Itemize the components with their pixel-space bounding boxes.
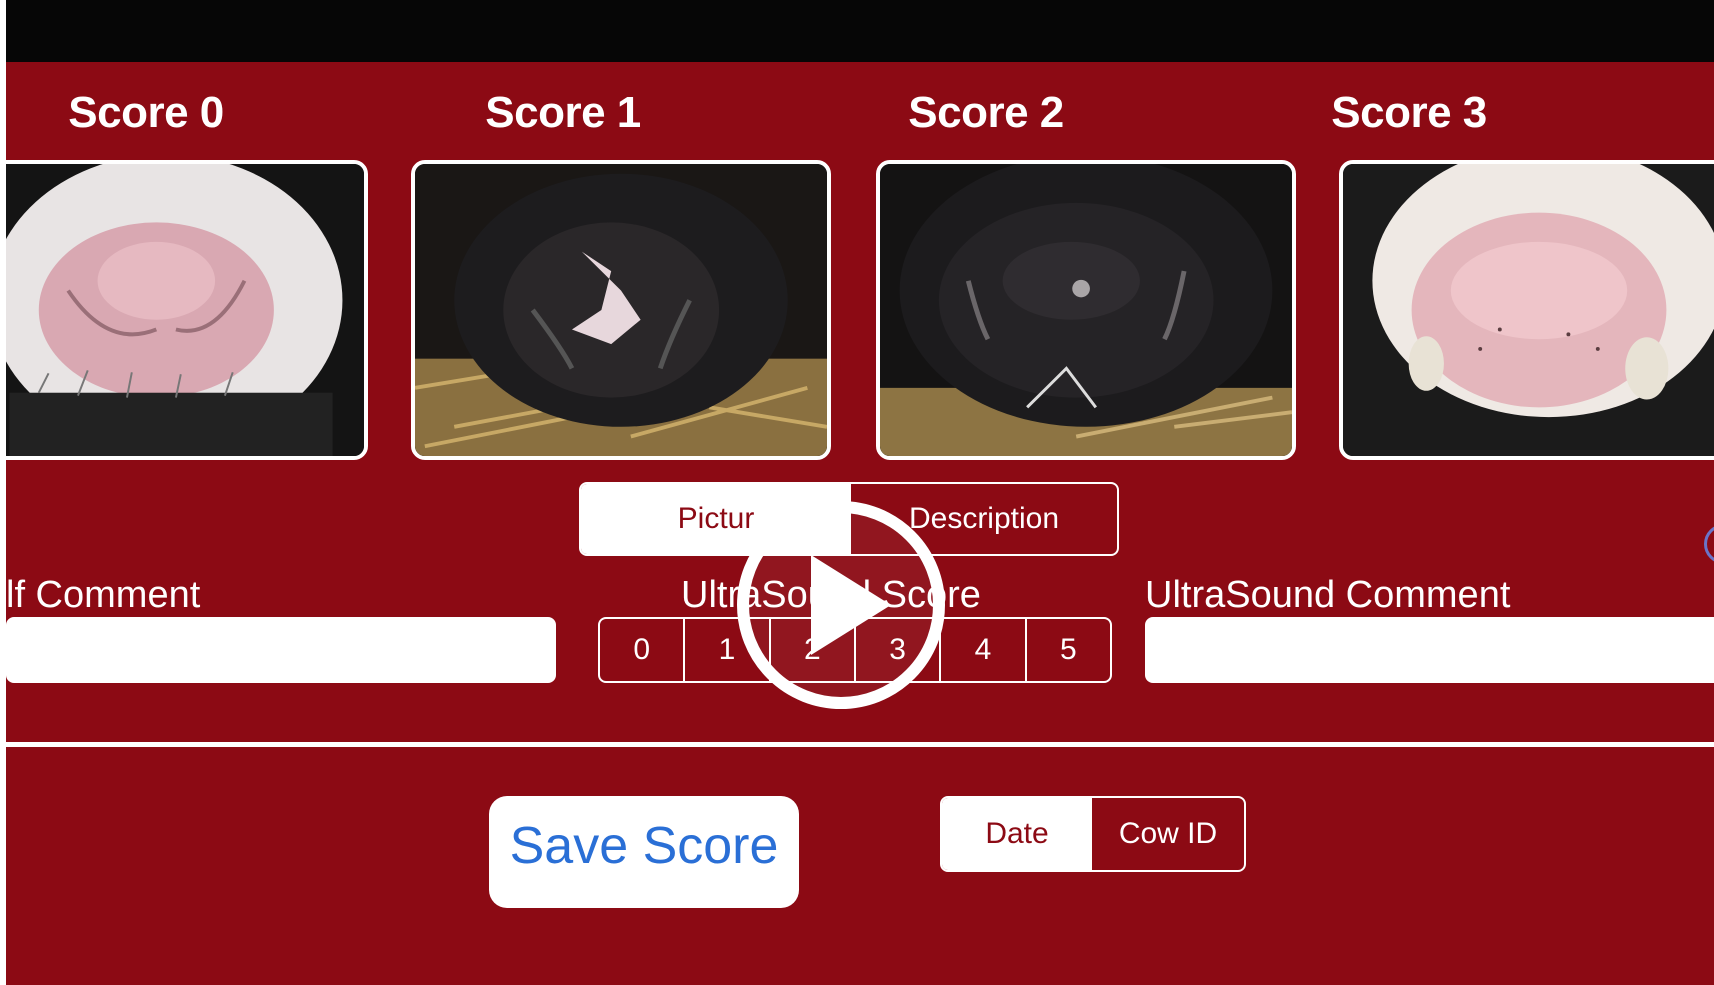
date-tab-label: Date xyxy=(985,817,1049,850)
ultrasound-score-0[interactable]: 0 xyxy=(600,619,686,681)
ultrasound-score-4[interactable]: 4 xyxy=(941,619,1027,681)
top-bar xyxy=(6,0,1714,62)
section-divider xyxy=(6,742,1714,747)
ultrasound-comment-field[interactable] xyxy=(1145,617,1714,683)
score-0-photo[interactable] xyxy=(6,160,368,460)
score-3-title: Score 3 xyxy=(1331,88,1487,137)
ultrasound-score-5[interactable]: 5 xyxy=(1027,619,1110,681)
score-1-photo[interactable] xyxy=(411,160,831,460)
cow-id-tab-label: Cow ID xyxy=(1118,817,1218,850)
score-2-title: Score 2 xyxy=(908,88,1064,137)
score-1-title: Score 1 xyxy=(485,88,641,137)
score-2-photo[interactable] xyxy=(876,160,1296,460)
info-button-partial[interactable] xyxy=(1704,524,1714,564)
score-0-title: Score 0 xyxy=(68,88,224,137)
sort-toggle: Date Cow ID xyxy=(940,796,1246,872)
save-score-label: Save Score xyxy=(509,817,779,875)
score-3-photo[interactable] xyxy=(1339,160,1714,460)
save-score-button[interactable]: Save Score xyxy=(489,796,799,908)
ultrasound-comment-label: UltraSound Comment xyxy=(1145,574,1511,616)
self-comment-field[interactable] xyxy=(6,617,556,683)
play-icon[interactable] xyxy=(733,497,949,713)
date-tab[interactable]: Date xyxy=(942,798,1092,870)
self-comment-label: lf Comment xyxy=(6,574,201,616)
video-frame: Score 0 Score 1 Score 2 Score 3 Pictur D… xyxy=(0,0,1714,985)
cow-id-tab[interactable]: Cow ID xyxy=(1092,798,1244,870)
